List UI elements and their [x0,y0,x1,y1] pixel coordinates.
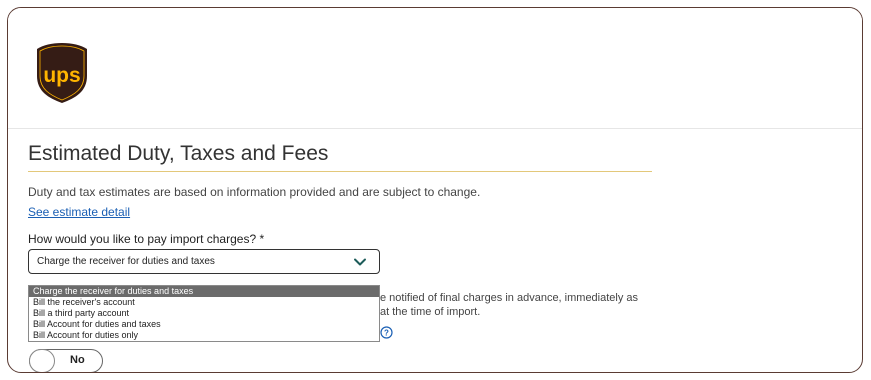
svg-text:?: ? [384,329,389,338]
select-current-value: Charge the receiver for duties and taxes [37,256,215,267]
duties-toggle[interactable]: No [29,349,103,372]
app-frame: ups Estimated Duty, Taxes and Fees Duty … [7,7,863,373]
section-description: Duty and tax estimates are based on info… [28,185,481,199]
import-charges-notice: e notified of final charges in advance, … [380,291,638,319]
section-title: Estimated Duty, Taxes and Fees [28,142,329,165]
help-circle-icon[interactable]: ? [380,326,393,339]
option-bill-account-duties-taxes[interactable]: Bill Account for duties and taxes [29,319,379,330]
option-charge-receiver[interactable]: Charge the receiver for duties and taxes [29,286,379,297]
toggle-knob[interactable] [29,349,55,372]
notice-line-2: at the time of import. [380,306,481,318]
option-bill-receiver-account[interactable]: Bill the receiver's account [29,297,379,308]
title-divider [28,171,652,172]
notice-line-1: e notified of final charges in advance, … [380,292,639,304]
option-bill-account-duties-only[interactable]: Bill Account for duties only [29,330,379,341]
see-estimate-detail-link[interactable]: See estimate detail [28,205,130,219]
pay-import-charges-question: How would you like to pay import charges… [28,232,265,246]
pay-import-charges-options: Charge the receiver for duties and taxes… [28,285,380,342]
pay-import-charges-select[interactable]: Charge the receiver for duties and taxes [28,249,380,274]
toggle-label: No [70,354,85,366]
header: ups [8,8,862,129]
option-bill-third-party[interactable]: Bill a third party account [29,308,379,319]
chevron-down-icon [354,258,366,266]
ups-logo-text: ups [43,64,80,87]
ups-logo: ups [37,43,87,103]
